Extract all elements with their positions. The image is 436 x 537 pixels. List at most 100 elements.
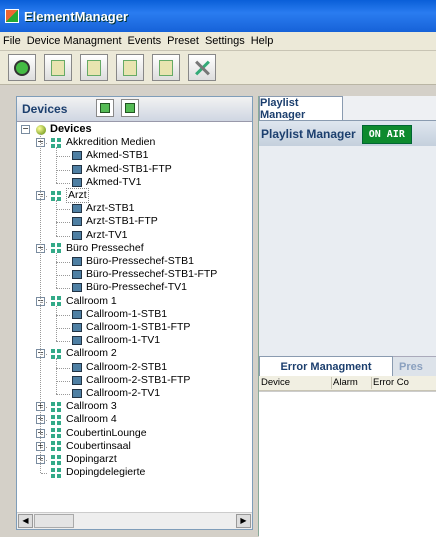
tree-group-label: Coubertinsaal	[66, 439, 131, 452]
tree-connector	[56, 367, 70, 369]
tools-button[interactable]	[188, 54, 216, 81]
config-button[interactable]	[116, 54, 144, 81]
menu-settings[interactable]: Settings	[202, 35, 248, 47]
tree-device[interactable]: Callroom-2-STB1-FTP	[72, 374, 190, 387]
tree-connector	[56, 156, 70, 158]
tree-group-label: Callroom 3	[66, 400, 117, 413]
tree-connector	[56, 341, 70, 343]
tree-device-label: Arzt-TV1	[86, 228, 128, 241]
tree-connector	[41, 473, 47, 475]
tree-group[interactable]: + Callroom 4	[36, 413, 117, 426]
tree-device-label: Callroom-1-TV1	[86, 334, 161, 347]
column-error-code[interactable]: Error Co	[371, 377, 436, 389]
tree-group[interactable]: + CoubertinLounge	[36, 427, 147, 440]
device-icon	[72, 375, 82, 385]
tree-group[interactable]: − Callroom 2	[36, 347, 117, 360]
device-icon	[72, 309, 82, 319]
tree-device[interactable]: Arzt-STB1-FTP	[72, 215, 158, 228]
tree-group[interactable]: − Akkredition Medien	[36, 136, 155, 149]
tree-device[interactable]: Callroom-1-STB1	[72, 308, 167, 321]
scroll-left-button[interactable]: ◀	[18, 514, 33, 528]
scroll-right-button[interactable]: ▶	[236, 514, 251, 528]
tree-group-label: Büro Pressechef	[66, 241, 144, 254]
add-device-icon	[100, 103, 110, 113]
tree-group[interactable]: + Dopingarzt	[36, 453, 117, 466]
network-button[interactable]	[80, 54, 108, 81]
tab-playlist-manager[interactable]: Playlist Manager	[259, 96, 343, 121]
tree-connector	[56, 380, 70, 382]
tree-device-label: Callroom-1-STB1-FTP	[86, 321, 191, 333]
tree-device[interactable]: Akmed-STB1	[72, 149, 148, 162]
menu-help[interactable]: Help	[248, 35, 277, 47]
tree-connector	[56, 314, 70, 316]
tree-connector	[41, 420, 47, 422]
tree-device[interactable]: Akmed-TV1	[72, 176, 141, 189]
tree-device[interactable]: Büro-Pressechef-TV1	[72, 281, 187, 294]
tree-device[interactable]: Arzt-TV1	[72, 229, 127, 242]
device-icon	[72, 362, 82, 372]
tree-group[interactable]: Dopingdelegierte	[36, 466, 145, 479]
horizontal-scrollbar[interactable]: ◀ ▶	[17, 512, 252, 529]
log-button[interactable]	[152, 54, 180, 81]
tree-device-label: Callroom-1-STB1	[86, 307, 168, 320]
tree-group-label: Callroom 4	[66, 413, 117, 426]
app-icon	[5, 9, 19, 23]
tree-connector	[41, 446, 47, 448]
tree-device-label: Akmed-STB1	[86, 149, 149, 162]
tree-connector	[56, 235, 70, 237]
tree-group[interactable]: + Callroom 3	[36, 400, 117, 413]
tree-root[interactable]: − Devices	[21, 123, 92, 136]
tree-connector	[56, 209, 70, 211]
device-button[interactable]	[44, 54, 72, 81]
tree-device[interactable]: Arzt-STB1	[72, 202, 134, 215]
tree-device[interactable]: Callroom-1-STB1-FTP	[72, 321, 190, 334]
device-tree[interactable]: − Devices − Akkredition Medien Akmed-STB1 Akm…	[17, 123, 252, 511]
tree-root-toggle[interactable]: −	[21, 125, 30, 134]
menu-file[interactable]: File	[0, 35, 24, 47]
toolbar	[0, 51, 436, 85]
tree-device[interactable]: Callroom-2-STB1	[72, 361, 167, 374]
menu-events[interactable]: Events	[125, 35, 165, 47]
power-button[interactable]	[8, 54, 36, 81]
tree-connector	[56, 252, 57, 289]
tree-connector	[56, 328, 70, 329]
tree-device[interactable]: Büro-Pressechef-STB1-FTP	[72, 268, 217, 281]
devices-panel: Devices − Devices − Akkredition Medien Akmed…	[16, 96, 253, 530]
tree-group-label: Akkredition Medien	[66, 136, 156, 149]
device-icon	[72, 177, 82, 187]
device-icon	[72, 204, 82, 214]
device-icon	[72, 230, 82, 240]
device-icon	[72, 389, 82, 398]
tree-device[interactable]: Akmed-STB1-FTP	[72, 163, 172, 176]
tree-device[interactable]: Callroom-1-TV1	[72, 334, 160, 347]
tree-connector	[56, 147, 57, 183]
device-icon	[51, 59, 65, 76]
menu-preset[interactable]: Preset	[164, 35, 202, 47]
devices-panel-header: Devices	[17, 97, 252, 122]
add-device-button[interactable]	[96, 99, 114, 117]
column-alarm[interactable]: Alarm	[331, 377, 372, 389]
device-icon	[72, 257, 82, 266]
refresh-devices-button[interactable]	[121, 99, 139, 117]
tree-connector	[56, 305, 57, 342]
tab-error-managment[interactable]: Error Managment	[259, 356, 393, 376]
on-air-badge: ON AIR	[361, 124, 412, 144]
tree-group[interactable]: + Coubertinsaal	[36, 440, 131, 453]
tree-connector	[56, 182, 70, 184]
title-bar: ElementManager	[0, 0, 436, 32]
playlist-header-title: Playlist Manager	[261, 127, 356, 141]
scroll-thumb[interactable]	[34, 514, 74, 528]
tree-device[interactable]: Büro-Pressechef-STB1	[72, 255, 194, 268]
menu-bar: File Device Managment Events Preset Sett…	[0, 32, 436, 51]
tree-device[interactable]: Callroom-2-TV1	[72, 387, 160, 400]
tree-connector	[41, 301, 47, 303]
menu-device-managment[interactable]: Device Managment	[24, 35, 125, 47]
tree-group[interactable]: − Callroom 1	[36, 295, 117, 308]
group-icon	[51, 401, 62, 412]
tree-device-label: Büro-Pressechef-TV1	[86, 281, 187, 294]
tree-group-label: Dopingarzt	[66, 453, 117, 465]
group-icon	[51, 243, 62, 254]
column-device[interactable]: Device	[259, 377, 332, 389]
tree-group[interactable]: − Büro Pressechef	[36, 242, 144, 255]
tab-preset[interactable]: Pres	[393, 356, 436, 376]
